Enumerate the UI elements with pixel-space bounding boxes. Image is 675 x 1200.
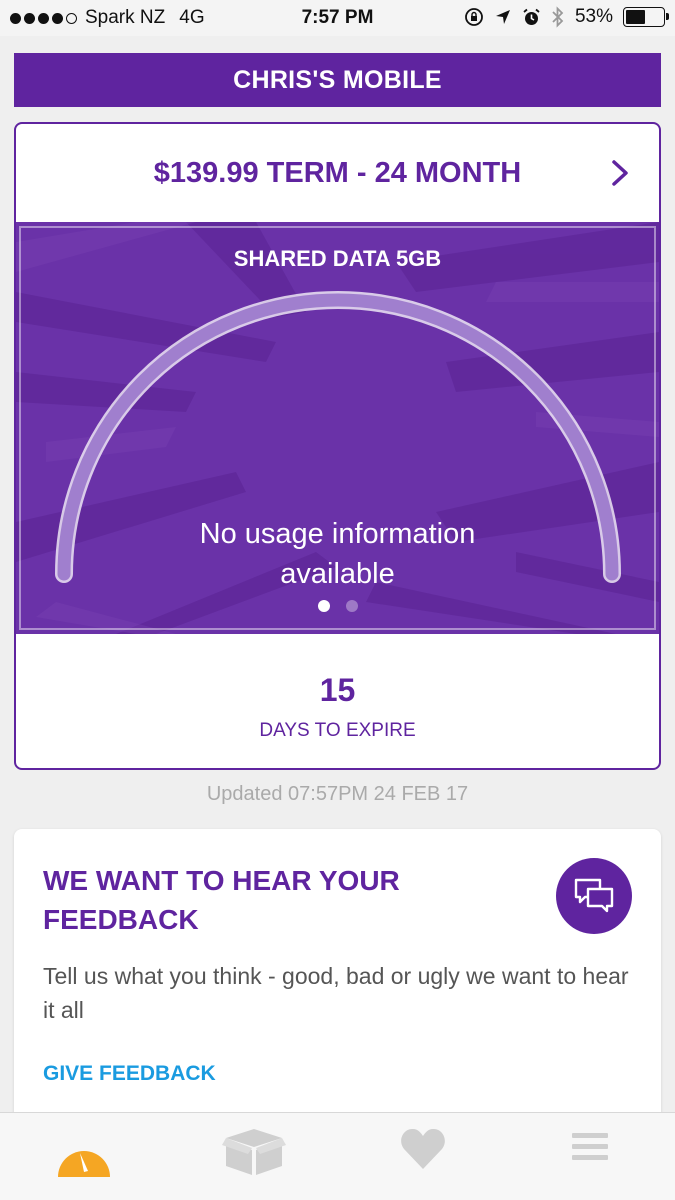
heart-icon — [401, 1128, 445, 1169]
chat-bubbles-icon — [574, 878, 614, 913]
tab-favourites[interactable] — [388, 1127, 458, 1191]
tab-menu[interactable] — [555, 1127, 625, 1191]
page-title: CHRIS'S MOBILE — [14, 53, 661, 107]
plan-header-button[interactable]: $139.99 TERM - 24 MONTH — [16, 124, 659, 222]
status-bar: Spark NZ 4G 7:57 PM 53% — [0, 0, 675, 36]
usage-message-line-1: No usage information — [199, 518, 476, 550]
usage-message-line-2: available — [280, 558, 395, 590]
battery-percent: 53% — [574, 6, 613, 27]
tab-bar — [0, 1112, 675, 1200]
last-updated: Updated 07:57PM 24 FEB 17 — [206, 783, 469, 805]
page-dot-active[interactable] — [317, 600, 330, 612]
chevron-right-icon — [612, 160, 628, 186]
feedback-title: WE WANT TO HEAR YOUR FEEDBACK — [43, 865, 400, 935]
location-icon — [495, 10, 510, 24]
page-dot[interactable] — [345, 600, 358, 612]
plan-card: $139.99 TERM - 24 MONTH SHARED DATA 5GB … — [14, 122, 661, 770]
status-right: 53% — [464, 6, 669, 28]
expiry-section: 15 DAYS TO EXPIRE — [16, 634, 659, 768]
usage-message: No usage information available — [16, 514, 659, 594]
battery-icon — [623, 7, 669, 27]
page-indicator[interactable] — [16, 600, 659, 612]
feedback-card: WE WANT TO HEAR YOUR FEEDBACK Tell us wh… — [14, 829, 661, 1129]
battery-level — [626, 10, 646, 24]
usage-carousel[interactable]: SHARED DATA 5GB No usage information ava… — [16, 222, 659, 634]
feedback-description: Tell us what you think - good, bad or ug… — [43, 963, 629, 1023]
give-feedback-link[interactable]: GIVE FEEDBACK — [43, 1062, 216, 1086]
box-icon — [222, 1129, 286, 1175]
usage-gauge-icon — [58, 1151, 110, 1177]
plan-name: $139.99 TERM - 24 MONTH — [153, 156, 522, 189]
orientation-lock-icon — [465, 8, 483, 26]
menu-icon — [572, 1133, 608, 1160]
tab-products[interactable] — [219, 1127, 289, 1191]
tab-usage[interactable] — [49, 1127, 119, 1191]
days-remaining: 15 — [319, 672, 356, 708]
days-label: DAYS TO EXPIRE — [259, 720, 416, 741]
alarm-icon — [523, 8, 540, 25]
feedback-icon-button[interactable] — [556, 858, 632, 934]
bluetooth-icon — [552, 6, 564, 28]
